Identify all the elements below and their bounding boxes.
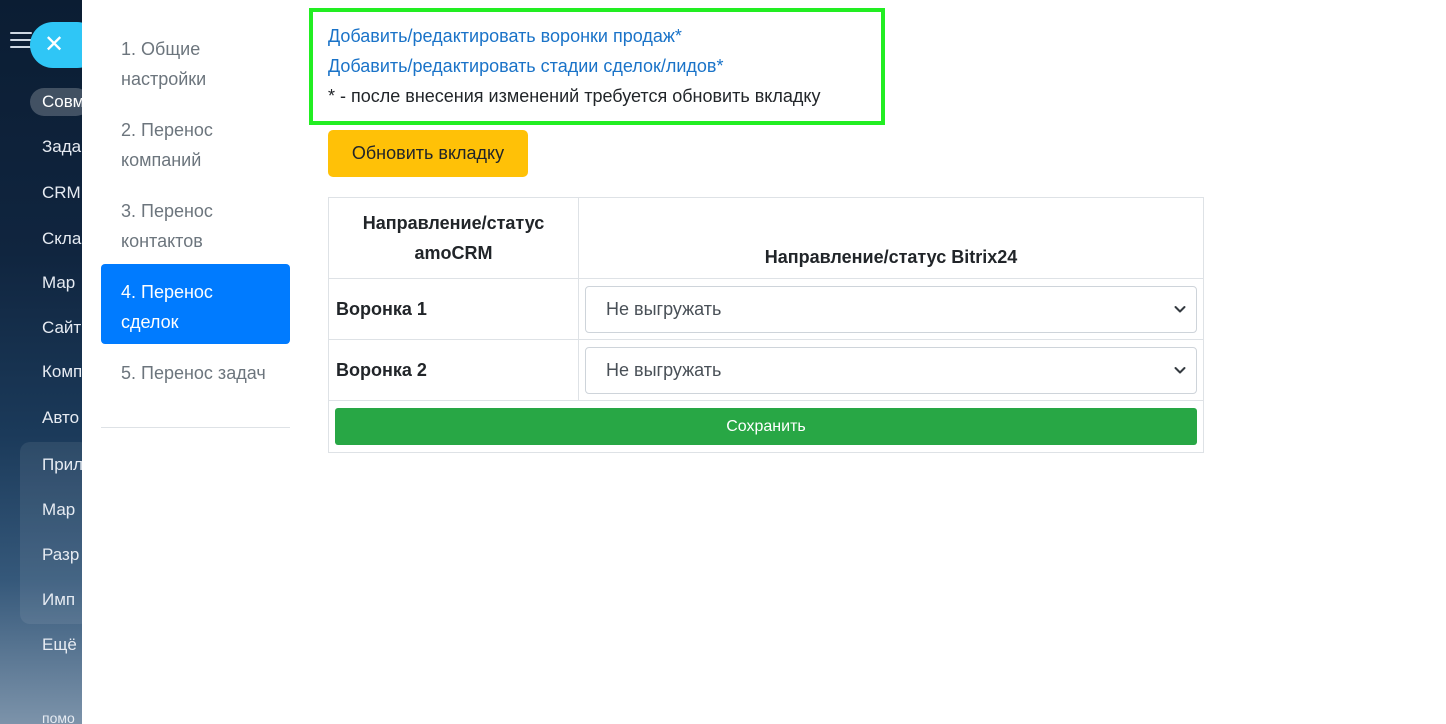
- funnel-1-select[interactable]: Не выгружать: [585, 285, 1197, 333]
- chevron-down-icon: [1174, 305, 1186, 312]
- edit-funnels-link[interactable]: Добавить/редактировать воронки продаж*: [328, 26, 682, 47]
- nav-divider: [101, 427, 290, 428]
- nav-item-general[interactable]: 1. Общие настройки: [101, 21, 290, 101]
- bg-menu-item-1[interactable]: Зада: [42, 137, 81, 157]
- row-label-funnel-2: Воронка 2: [328, 339, 579, 401]
- table-save-row: Сохранить: [328, 400, 1204, 453]
- select-value: Не выгружать: [606, 298, 722, 319]
- refresh-note: * - после внесения изменений требуется о…: [328, 86, 821, 106]
- steps-nav: 1. Общие настройки 2. Перенос компаний 3…: [101, 21, 290, 428]
- save-cell: Сохранить: [328, 400, 1204, 453]
- table-header-row: Направление/статус amoCRM Направление/ст…: [328, 197, 1204, 279]
- nav-item-deals[interactable]: 4. Перенос сделок: [101, 264, 290, 344]
- bg-menu-item-10[interactable]: Разр: [42, 545, 79, 565]
- bg-menu-item-13[interactable]: помо: [42, 710, 75, 724]
- bg-menu-item-8[interactable]: Прил: [42, 455, 82, 475]
- nav-item-tasks[interactable]: 5. Перенос задач: [101, 345, 290, 425]
- bg-menu-item-9[interactable]: Мар: [42, 500, 75, 520]
- funnel-2-select[interactable]: Не выгружать: [585, 346, 1197, 394]
- header-amocrm: Направление/статус amoCRM: [328, 197, 579, 279]
- chevron-down-icon: [1174, 366, 1186, 373]
- table-row: Воронка 2 Не выгружать: [328, 339, 1204, 401]
- bg-menu-item-4[interactable]: Мар: [42, 273, 75, 293]
- menu-icon[interactable]: [10, 32, 32, 48]
- select-cell: Не выгружать: [578, 339, 1204, 401]
- bg-menu-item-6[interactable]: Комп: [42, 362, 82, 382]
- table-row: Воронка 1 Не выгружать: [328, 278, 1204, 340]
- edit-stages-link[interactable]: Добавить/редактировать стадии сделок/лид…: [328, 56, 724, 77]
- settings-panel: 1. Общие настройки 2. Перенос компаний 3…: [82, 0, 1446, 724]
- close-icon: ✕: [44, 31, 65, 58]
- row-label-funnel-1: Воронка 1: [328, 278, 579, 340]
- bg-menu-item-12[interactable]: Ещё: [42, 635, 77, 655]
- refresh-tab-button[interactable]: Обновить вкладку: [328, 130, 528, 177]
- save-button[interactable]: Сохранить: [335, 408, 1197, 445]
- select-value: Не выгружать: [606, 359, 722, 380]
- bg-menu-item-5[interactable]: Сайт: [42, 318, 81, 338]
- mapping-table: Направление/статус amoCRM Направление/ст…: [328, 197, 1204, 453]
- nav-item-companies[interactable]: 2. Перенос компаний: [101, 102, 290, 182]
- header-bitrix24: Направление/статус Bitrix24: [578, 197, 1204, 279]
- select-cell: Не выгружать: [578, 278, 1204, 340]
- nav-item-contacts[interactable]: 3. Перенос контактов: [101, 183, 290, 263]
- background-sidebar: Совм Зада CRM Скла Мар Сайт Комп Авто Пр…: [0, 0, 82, 724]
- bg-menu-item-2[interactable]: CRM: [42, 183, 81, 203]
- bg-menu-item-11[interactable]: Имп: [42, 590, 75, 610]
- bg-menu-item-7[interactable]: Авто: [42, 408, 79, 428]
- bg-menu-item-3[interactable]: Скла: [42, 229, 81, 249]
- bg-menu-item-0[interactable]: Совм: [30, 88, 82, 116]
